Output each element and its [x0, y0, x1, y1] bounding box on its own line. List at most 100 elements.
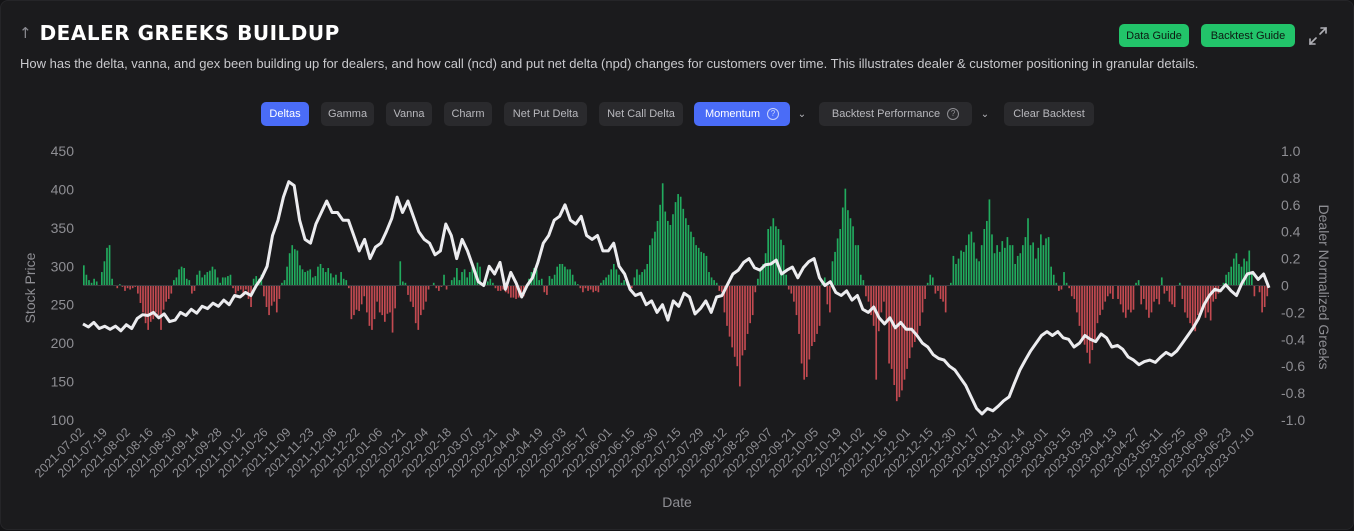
greek-bar — [749, 285, 751, 324]
greek-bar — [775, 226, 777, 286]
greek-bar — [546, 285, 548, 295]
greek-bar — [1137, 280, 1140, 286]
greek-bar — [798, 285, 800, 334]
greek-bar — [1063, 272, 1065, 286]
greek-bar — [633, 277, 636, 286]
greek-bar — [661, 183, 664, 286]
greek-bar — [409, 285, 412, 302]
greek-bar — [538, 280, 541, 286]
y2-tick-label: -0.4 — [1281, 331, 1305, 347]
greek-bar — [968, 234, 970, 286]
greek-bar — [818, 285, 821, 326]
greek-bar — [986, 220, 988, 286]
greek-bar — [193, 285, 196, 291]
greek-bar — [1140, 285, 1143, 305]
dealer-greeks-card: ↑ DEALER GREEKS BUILDUP How has the delt… — [0, 0, 1354, 530]
greek-bar — [353, 285, 355, 316]
greek-bar — [160, 285, 162, 330]
greek-bar — [458, 280, 461, 286]
greek-bar — [124, 285, 126, 291]
greek-bar — [137, 285, 139, 294]
greek-bar — [903, 285, 906, 380]
greek-bar — [1153, 285, 1155, 302]
greek-bar — [157, 285, 160, 316]
greek-bar — [299, 265, 301, 286]
greek-bar — [211, 266, 214, 286]
greek-bar — [239, 285, 242, 290]
greek-bar — [1034, 258, 1037, 286]
greek-bar — [139, 285, 142, 303]
greek-bar — [1227, 272, 1230, 286]
greek-bar — [453, 277, 456, 286]
y2-tick-label: 0.6 — [1281, 197, 1301, 213]
greek-bar — [1040, 234, 1042, 286]
greek-bar — [739, 285, 741, 387]
greek-bar — [703, 253, 705, 286]
greek-bar — [993, 253, 996, 286]
greek-bar — [1171, 285, 1173, 305]
greek-bar — [906, 285, 908, 369]
greek-bar — [489, 278, 492, 286]
greek-bar — [422, 285, 425, 310]
greek-bar — [283, 280, 286, 286]
greek-bar — [237, 285, 240, 291]
greek-bar — [1232, 258, 1235, 286]
greek-bar — [1122, 285, 1125, 313]
greek-bar — [952, 255, 955, 286]
greek-bar — [1263, 285, 1266, 308]
greek-bar — [1081, 285, 1083, 340]
greek-bar — [350, 285, 353, 320]
greek-bar — [877, 285, 880, 332]
greek-bar — [679, 196, 682, 286]
greek-bar — [1117, 285, 1119, 299]
greek-bar — [867, 285, 870, 302]
greek-bar — [93, 278, 95, 286]
greek-bar — [787, 285, 790, 290]
greek-bar — [1032, 242, 1034, 286]
greek-bar — [1058, 285, 1060, 291]
greek-bar — [829, 285, 831, 313]
y-axis-left: 450 400 350 300 250 200 150 100 — [51, 143, 75, 428]
greek-bar — [1094, 285, 1096, 340]
greek-bar — [839, 229, 842, 286]
greek-bar — [654, 231, 656, 286]
greek-bar — [1016, 255, 1019, 286]
greek-bar — [857, 245, 860, 286]
greek-bar — [1070, 285, 1073, 297]
greek-bar — [919, 285, 921, 326]
greek-bar — [275, 285, 278, 313]
greek-bar — [85, 274, 88, 286]
greek-bar — [1184, 285, 1186, 313]
greek-bar — [1258, 285, 1261, 293]
greek-bar — [1109, 285, 1112, 294]
greek-bar — [466, 277, 468, 286]
greek-bar — [191, 285, 193, 294]
greek-bar — [790, 285, 793, 294]
greek-bar — [438, 285, 440, 291]
greek-bar — [685, 218, 687, 286]
greek-bar — [944, 285, 947, 313]
greek-bar — [486, 281, 489, 286]
greek-bar — [1047, 237, 1050, 286]
greek-bar — [772, 218, 775, 286]
greek-bar — [692, 237, 695, 286]
greek-bar — [288, 253, 291, 286]
greek-bar — [1142, 285, 1145, 299]
greek-bar — [345, 280, 348, 286]
greek-bar — [365, 285, 368, 313]
greek-bar — [1029, 245, 1032, 286]
greek-bar — [638, 274, 641, 286]
greek-bar — [278, 285, 281, 299]
y-tick-label: 450 — [51, 143, 75, 159]
y-tick-label: 200 — [51, 335, 75, 351]
greek-bar — [908, 285, 911, 359]
greek-bar — [1024, 237, 1027, 286]
greek-bar — [937, 285, 939, 291]
greek-bar — [975, 258, 978, 286]
greek-bar — [175, 277, 178, 286]
greek-bar — [674, 202, 677, 286]
greek-bar — [648, 245, 651, 286]
greek-bar — [358, 285, 360, 312]
greek-bar — [1022, 245, 1024, 286]
x-axis-label: Date — [662, 494, 692, 510]
